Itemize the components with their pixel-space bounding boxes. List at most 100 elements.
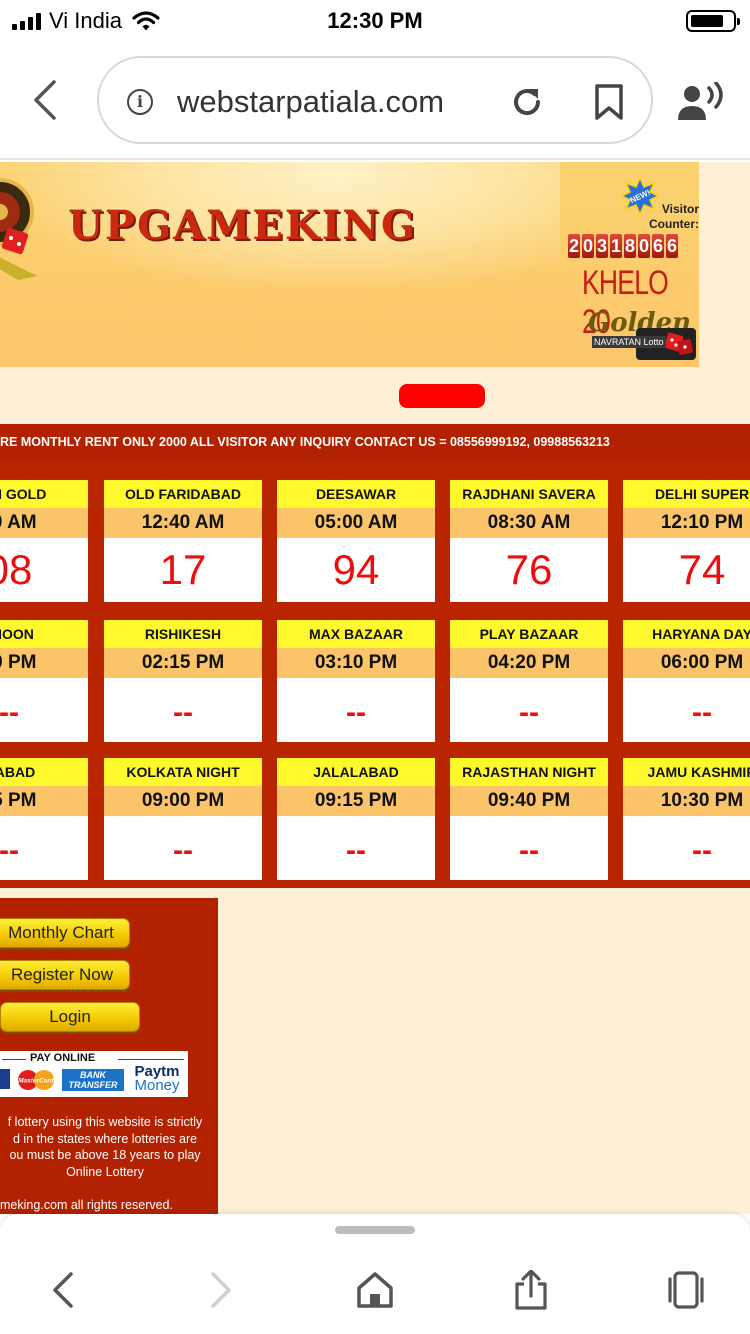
result-card[interactable]: IYABAD 05 PM -- [0,758,88,880]
game-name: DEESAWAR [277,480,435,508]
address-field[interactable]: i webstarpatiala.com [97,56,653,144]
listen-icon[interactable] [676,82,726,122]
visitor-counter: 2 0 3 1 8 0 6 6 [568,234,678,258]
drag-handle[interactable] [335,1226,415,1234]
result-card[interactable]: KOLKATA NIGHT 09:00 PM -- [104,758,262,880]
game-result: -- [277,816,435,880]
info-icon[interactable]: i [127,89,153,115]
counter-digit: 6 [652,234,664,258]
pay-online-box[interactable]: PAY ONLINE MasterCard BANK TRANSFER Payt… [0,1051,188,1097]
sidebar-panel: Monthly Chart Register Now Login PAY ONL… [0,898,218,1214]
visa-card-icon [0,1069,10,1089]
game-time: 05:00 AM [277,508,435,538]
result-card[interactable]: JAMU KASHMIR 10:30 PM -- [623,758,750,880]
game-result: -- [104,816,262,880]
result-card[interactable]: PLAY BAZAAR 04:20 PM -- [450,620,608,742]
result-card[interactable]: DEESAWAR 05:00 AM 94 [277,480,435,602]
login-button[interactable]: Login [0,1002,140,1032]
game-result: 08 [0,538,88,602]
announcement-marquee: RE MONTHLY RENT ONLY 2000 ALL VISITOR AN… [0,424,750,460]
result-card[interactable]: RISHIKESH 02:15 PM -- [104,620,262,742]
game-result: -- [104,678,262,742]
game-time: 03:10 PM [277,648,435,678]
browser-back-icon[interactable] [28,78,68,122]
game-result: -- [0,678,88,742]
game-time: 10:30 PM [623,786,750,816]
browser-toolbar [0,1214,750,1334]
game-result: -- [0,816,88,880]
game-time: 04:20 PM [450,648,608,678]
result-card[interactable]: JALALABAD 09:15 PM -- [277,758,435,880]
copyright-text: meking.com all rights reserved. [0,1198,173,1212]
counter-digit: 8 [624,234,636,258]
game-name: JALALABAD [277,758,435,786]
game-result: 76 [450,538,608,602]
counter-digit: 0 [582,234,594,258]
result-card[interactable]: MAX BAZAAR 03:10 PM -- [277,620,435,742]
result-card[interactable]: RAJDHANI SAVERA 08:30 AM 76 [450,480,608,602]
register-now-button[interactable]: Register Now [0,960,130,990]
site-banner: UPGAMEKING NEW! Visitor Counter: 2 0 3 1… [0,162,699,367]
game-result: 17 [104,538,262,602]
game-result: -- [623,816,750,880]
roulette-logo-icon [0,178,38,280]
home-icon[interactable] [355,1270,395,1310]
result-card[interactable]: OLD FARIDABAD 12:40 AM 17 [104,480,262,602]
counter-digit: 2 [568,234,580,258]
game-result: -- [450,678,608,742]
counter-digit: 0 [638,234,650,258]
game-time: 12:10 PM [623,508,750,538]
game-result: -- [450,816,608,880]
game-name: HAN GOLD [0,480,88,508]
result-card[interactable]: HARYANA DAY 06:00 PM -- [623,620,750,742]
bookmark-icon[interactable] [593,83,625,121]
red-ad-button[interactable] [399,384,485,408]
game-name: PLAY BAZAAR [450,620,608,648]
game-name: RAJASTHAN NIGHT [450,758,608,786]
result-card[interactable]: HAN GOLD 20 AM 08 [0,480,88,602]
web-page: UPGAMEKING NEW! Visitor Counter: 2 0 3 1… [0,162,750,1214]
browser-url-bar: i webstarpatiala.com [0,44,750,160]
game-time: 00 PM [0,648,88,678]
game-name: IYABAD [0,758,88,786]
game-time: 20 AM [0,508,88,538]
result-card[interactable]: RAJASTHAN NIGHT 09:40 PM -- [450,758,608,880]
status-time: 12:30 PM [327,8,423,33]
reload-icon[interactable] [509,84,545,120]
result-card[interactable]: DELHI SUPER 12:10 PM 74 [623,480,750,602]
paytm-icon: Paytm Money [134,1063,180,1094]
game-name: MAX BAZAAR [277,620,435,648]
game-name: JAMU KASHMIR [623,758,750,786]
game-time: 09:40 PM [450,786,608,816]
site-brand-title: UPGAMEKING [68,202,418,249]
game-name: OLD FARIDABAD [104,480,262,508]
status-bar: Vi India 12:30 PM [0,0,750,44]
battery-icon [686,10,740,32]
result-card[interactable]: I NOON 00 PM -- [0,620,88,742]
game-name: RAJDHANI SAVERA [450,480,608,508]
game-time: 05 PM [0,786,88,816]
game-result: 74 [623,538,750,602]
url-text[interactable]: webstarpatiala.com [177,84,444,120]
nav-forward-icon[interactable] [200,1270,240,1310]
results-grid: HAN GOLD 20 AM 08 OLD FARIDABAD 12:40 AM… [0,460,750,888]
game-time: 12:40 AM [104,508,262,538]
game-name: HARYANA DAY [623,620,750,648]
svg-text:MasterCard: MasterCard [18,1078,55,1085]
game-result: 94 [277,538,435,602]
game-name: RISHIKESH [104,620,262,648]
legal-disclaimer: f lottery using this website is strictly… [7,1115,203,1179]
tabs-icon[interactable] [666,1270,706,1310]
visitor-counter-label: Visitor Counter: [649,202,699,231]
game-result: -- [623,678,750,742]
bank-transfer-icon: BANK TRANSFER [62,1069,124,1091]
nav-back-icon[interactable] [44,1270,84,1310]
counter-digit: 6 [666,234,678,258]
monthly-chart-button[interactable]: Monthly Chart [0,918,130,948]
share-icon[interactable] [511,1270,551,1310]
game-name: I NOON [0,620,88,648]
game-result: -- [277,678,435,742]
game-name: DELHI SUPER [623,480,750,508]
game-time: 09:15 PM [277,786,435,816]
pay-online-title: PAY ONLINE [30,1052,96,1064]
